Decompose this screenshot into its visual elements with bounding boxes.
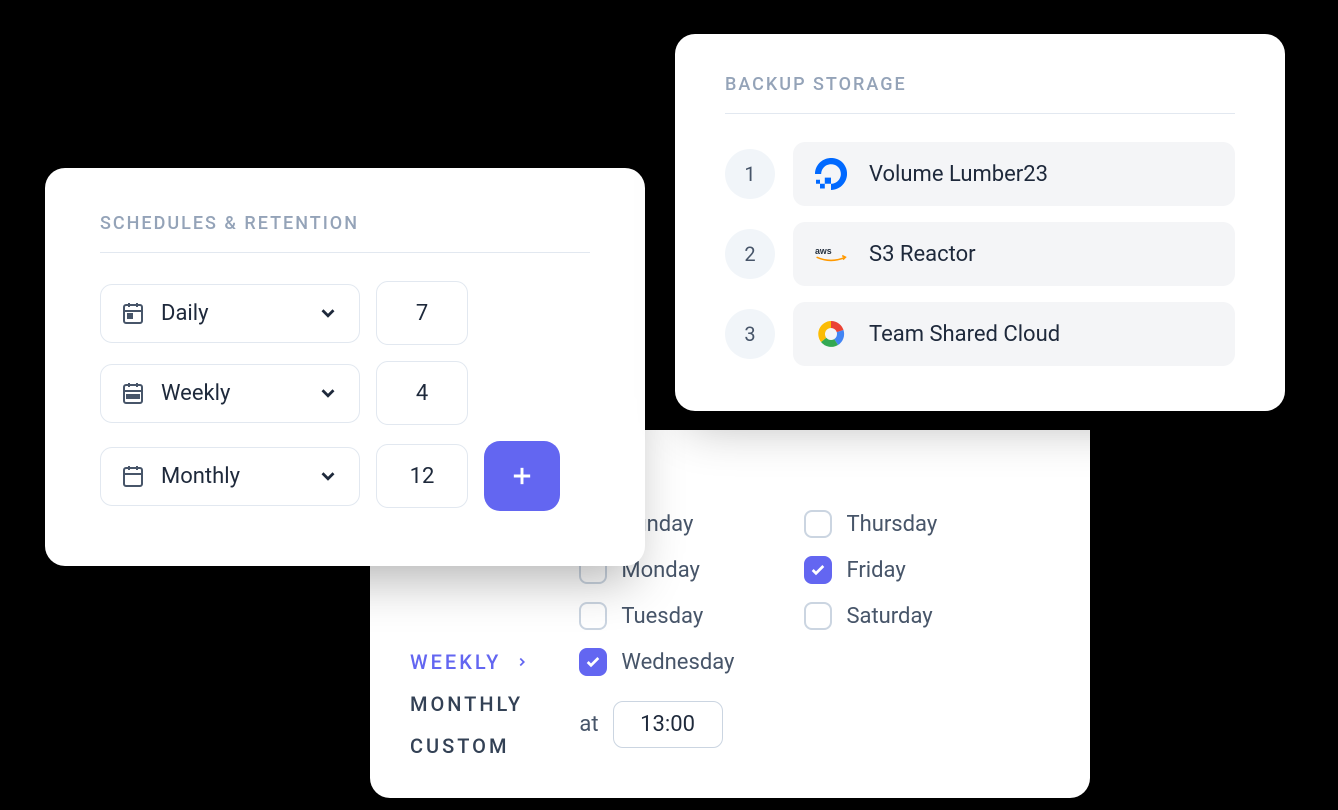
retention-value[interactable]: 12 [376, 444, 468, 508]
storage-title: BACKUP STORAGE [725, 74, 1235, 114]
schedule-row-weekly: Weekly 4 [100, 361, 590, 425]
schedule-row-monthly: Monthly 12 [100, 441, 590, 511]
frequency-label: CUSTOM [410, 734, 509, 758]
checkbox[interactable] [804, 602, 832, 630]
frequency-custom[interactable]: CUSTOM [410, 734, 529, 758]
checkbox[interactable] [579, 602, 607, 630]
storage-row: 3 Team Shared Cloud [725, 302, 1235, 366]
frequency-weekly[interactable]: WEEKLY [410, 650, 529, 674]
check-icon [810, 562, 826, 578]
day-thursday[interactable]: Thursday [804, 510, 959, 538]
storage-item-aws[interactable]: aws S3 Reactor [793, 222, 1235, 286]
at-label: at [579, 712, 598, 737]
storage-card: BACKUP STORAGE 1 Volume Lumber23 2 aws S… [675, 34, 1285, 411]
storage-item-digitalocean[interactable]: Volume Lumber23 [793, 142, 1235, 206]
frequency-label: WEEKLY [410, 650, 501, 674]
check-icon [585, 654, 601, 670]
chevron-right-icon [515, 655, 529, 669]
storage-name: Volume Lumber23 [869, 162, 1048, 187]
day-friday[interactable]: Friday [804, 556, 959, 584]
add-schedule-button[interactable] [484, 441, 560, 511]
storage-order: 3 [725, 309, 775, 359]
storage-name: S3 Reactor [869, 242, 976, 267]
google-cloud-icon [815, 318, 847, 350]
checkbox[interactable] [804, 510, 832, 538]
day-wednesday[interactable]: Wednesday [579, 648, 734, 676]
calendar-icon [121, 381, 145, 405]
day-label: Thursday [846, 512, 937, 537]
chevron-down-icon [317, 465, 339, 487]
day-tuesday[interactable]: Tuesday [579, 602, 734, 630]
digitalocean-icon [815, 158, 847, 190]
schedules-title: SCHEDULES & RETENTION [100, 213, 590, 253]
schedule-select[interactable]: Monthly [100, 447, 360, 506]
storage-order: 2 [725, 229, 775, 279]
day-label: Tuesday [621, 604, 703, 629]
retention-value[interactable]: 4 [376, 361, 468, 425]
day-saturday[interactable]: Saturday [804, 602, 959, 630]
checkbox[interactable] [579, 648, 607, 676]
schedule-label: Daily [161, 301, 301, 326]
frequency-label: MONTHLY [410, 692, 523, 716]
retention-value[interactable]: 7 [376, 281, 468, 345]
aws-icon: aws [815, 238, 847, 270]
schedule-select[interactable]: Daily [100, 284, 360, 343]
day-label: Saturday [846, 604, 932, 629]
chevron-down-icon [317, 302, 339, 324]
time-row: at 13:00 [579, 701, 959, 748]
frequency-monthly[interactable]: MONTHLY [410, 692, 529, 716]
storage-item-gcloud[interactable]: Team Shared Cloud [793, 302, 1235, 366]
svg-text:aws: aws [815, 246, 832, 256]
storage-row: 1 Volume Lumber23 [725, 142, 1235, 206]
schedule-label: Monthly [161, 464, 301, 489]
storage-row: 2 aws S3 Reactor [725, 222, 1235, 286]
schedule-row-daily: Daily 7 [100, 281, 590, 345]
storage-order: 1 [725, 149, 775, 199]
day-label: Friday [846, 558, 905, 583]
chevron-down-icon [317, 382, 339, 404]
time-input[interactable]: 13:00 [613, 701, 723, 748]
checkbox[interactable] [804, 556, 832, 584]
storage-name: Team Shared Cloud [869, 322, 1060, 347]
calendar-icon [121, 301, 145, 325]
day-label: Wednesday [621, 650, 734, 675]
calendar-icon [121, 464, 145, 488]
plus-icon [508, 462, 536, 490]
schedule-label: Weekly [161, 381, 301, 406]
schedules-card: SCHEDULES & RETENTION Daily 7 Weekly 4 M… [45, 168, 645, 566]
schedule-select[interactable]: Weekly [100, 364, 360, 423]
